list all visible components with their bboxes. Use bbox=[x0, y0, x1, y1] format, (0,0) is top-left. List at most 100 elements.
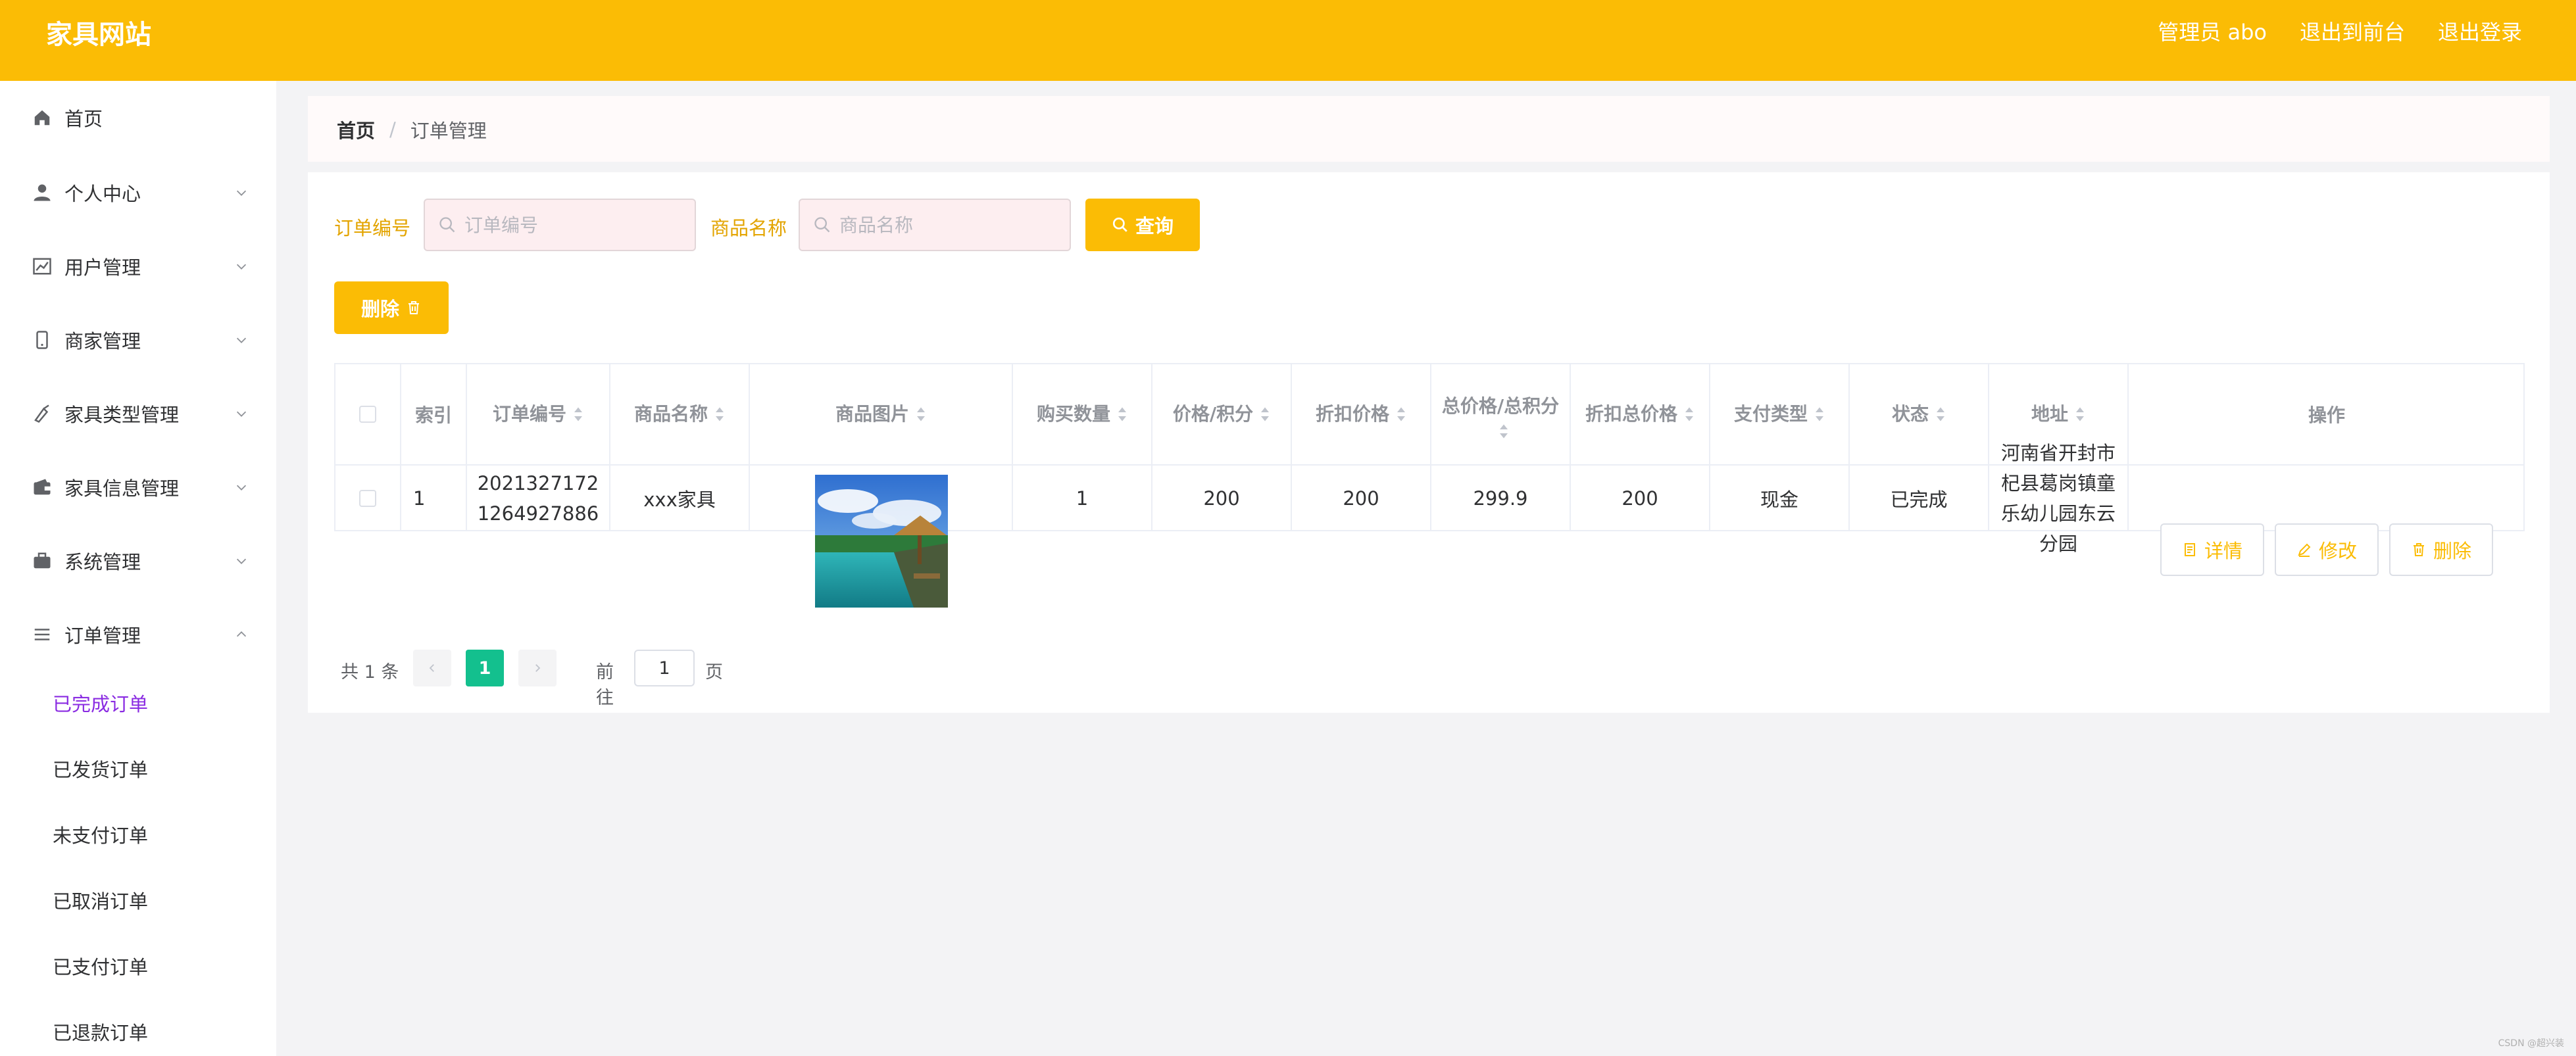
sort-icon[interactable] bbox=[573, 406, 583, 422]
sort-icon[interactable] bbox=[714, 406, 725, 422]
table-cell-discount-price: 200 bbox=[1292, 466, 1431, 531]
sidebar-item-order-management[interactable]: 订单管理 bbox=[0, 608, 276, 661]
sort-icon[interactable] bbox=[1260, 406, 1270, 422]
list-icon bbox=[32, 624, 53, 645]
row-checkbox[interactable] bbox=[359, 490, 376, 507]
sort-icon[interactable] bbox=[916, 406, 926, 422]
batch-delete-button[interactable]: 删除 bbox=[334, 281, 449, 334]
sidebar-subitem-cancelled-orders[interactable]: 已取消订单 bbox=[0, 874, 276, 926]
sidebar-subitem-refunded-orders[interactable]: 已退款订单 bbox=[0, 1005, 276, 1056]
sort-icon[interactable] bbox=[1684, 406, 1695, 422]
column-header-product-image[interactable]: 商品图片 bbox=[750, 364, 1013, 466]
sidebar-subitem-shipped-orders[interactable]: 已发货订单 bbox=[0, 742, 276, 795]
sort-icon[interactable] bbox=[1935, 406, 1946, 422]
sort-icon[interactable] bbox=[1117, 406, 1127, 422]
sidebar-subitem-paid-orders[interactable]: 已支付订单 bbox=[0, 940, 276, 992]
column-header-product-name[interactable]: 商品名称 bbox=[610, 364, 750, 466]
logout-link[interactable]: 退出登录 bbox=[2438, 16, 2522, 46]
batch-delete-label: 删除 bbox=[360, 298, 399, 320]
page-number-current[interactable]: 1 bbox=[466, 650, 504, 686]
header-actions: 管理员 abo 退出到前台 退出登录 bbox=[2158, 16, 2522, 46]
sidebar-item-label: 家具类型管理 bbox=[64, 404, 180, 426]
sidebar: 首页 个人中心 用户管理 商家管理 家具类型管理 家具信息管理 系统管理 订单管… bbox=[0, 81, 276, 1056]
sidebar-item-label: 商家管理 bbox=[64, 330, 141, 352]
row-select-cell bbox=[335, 466, 401, 531]
column-header-label: 总价格/总积分 bbox=[1441, 395, 1560, 417]
column-header-discount-total[interactable]: 折扣总价格 bbox=[1571, 364, 1710, 466]
column-header-pay-type[interactable]: 支付类型 bbox=[1710, 364, 1850, 466]
sort-icon[interactable] bbox=[1396, 406, 1406, 422]
edit-button[interactable]: 修改 bbox=[2275, 523, 2379, 576]
chevron-down-icon bbox=[236, 264, 247, 270]
goto-label: 前往 bbox=[596, 662, 614, 708]
sidebar-item-system-management[interactable]: 系统管理 bbox=[0, 535, 276, 587]
prev-page-button[interactable] bbox=[413, 650, 451, 686]
sidebar-item-furniture-info[interactable]: 家具信息管理 bbox=[0, 461, 276, 514]
product-name-input[interactable] bbox=[839, 200, 1063, 250]
row-delete-button[interactable]: 删除 bbox=[2389, 523, 2493, 576]
table-cell-index: 1 bbox=[401, 466, 467, 531]
back-to-front-link[interactable]: 退出到前台 bbox=[2300, 16, 2405, 46]
chevron-left-icon bbox=[429, 664, 434, 672]
breadcrumb: 首页 / 订单管理 bbox=[337, 116, 487, 143]
column-header-actions: 操作 bbox=[2129, 364, 2525, 466]
table-cell-product-name: xxx家具 bbox=[610, 466, 750, 531]
column-header-label: 商品名称 bbox=[633, 403, 708, 425]
sidebar-item-furniture-type[interactable]: 家具类型管理 bbox=[0, 387, 276, 440]
sidebar-subitem-label: 已完成订单 bbox=[53, 693, 149, 715]
column-header-label: 状态 bbox=[1891, 403, 1929, 425]
goto-page-input[interactable] bbox=[634, 650, 695, 686]
column-header-status[interactable]: 状态 bbox=[1850, 364, 1989, 466]
column-header-total-price[interactable]: 总价格/总积分 bbox=[1431, 364, 1571, 466]
chevron-down-icon bbox=[236, 558, 247, 564]
brush-icon bbox=[32, 403, 53, 424]
briefcase-icon bbox=[32, 550, 53, 571]
query-button[interactable]: 查询 bbox=[1085, 199, 1200, 251]
sort-icon[interactable] bbox=[1814, 406, 1825, 422]
sort-icon[interactable] bbox=[2075, 406, 2085, 422]
table-cell-total-price: 299.9 bbox=[1431, 466, 1571, 531]
sidebar-item-label: 首页 bbox=[64, 108, 103, 130]
breadcrumb-current: 订单管理 bbox=[410, 120, 487, 142]
column-header-label: 索引 bbox=[414, 404, 452, 426]
chevron-down-icon bbox=[236, 411, 247, 417]
sidebar-item-merchant-management[interactable]: 商家管理 bbox=[0, 314, 276, 366]
total-count: 共 1 条 bbox=[341, 662, 399, 683]
breadcrumb-bar: 首页 / 订单管理 bbox=[308, 96, 2550, 162]
column-header-order-no[interactable]: 订单编号 bbox=[467, 364, 610, 466]
sidebar-item-label: 订单管理 bbox=[64, 625, 141, 647]
page-unit-label: 页 bbox=[705, 662, 723, 683]
admin-user[interactable]: 管理员 abo bbox=[2158, 16, 2267, 46]
breadcrumb-home[interactable]: 首页 bbox=[337, 116, 375, 143]
sidebar-item-personal-center[interactable]: 个人中心 bbox=[0, 166, 276, 219]
chart-icon bbox=[32, 256, 53, 277]
column-header-price-points[interactable]: 价格/积分 bbox=[1152, 364, 1292, 466]
select-all-checkbox[interactable] bbox=[359, 406, 376, 423]
table-cell-discount-total: 200 bbox=[1571, 466, 1710, 531]
sidebar-subitem-label: 未支付订单 bbox=[53, 825, 149, 847]
table-cell-pay-type: 现金 bbox=[1710, 466, 1850, 531]
sidebar-item-user-management[interactable]: 用户管理 bbox=[0, 240, 276, 293]
order-no-input[interactable] bbox=[464, 200, 688, 250]
sidebar-item-home[interactable]: 首页 bbox=[0, 91, 276, 144]
chevron-right-icon bbox=[535, 664, 541, 672]
chevron-down-icon bbox=[236, 190, 247, 196]
sidebar-subitem-label: 已发货订单 bbox=[53, 759, 149, 781]
sidebar-subitem-unpaid-orders[interactable]: 未支付订单 bbox=[0, 808, 276, 861]
edit-button-label: 修改 bbox=[2318, 540, 2357, 562]
column-header-quantity[interactable]: 购买数量 bbox=[1013, 364, 1152, 466]
column-header-label: 折扣总价格 bbox=[1585, 403, 1677, 425]
column-header-discount-price[interactable]: 折扣价格 bbox=[1292, 364, 1431, 466]
next-page-button[interactable] bbox=[518, 650, 557, 686]
order-table: 索引 订单编号 商品名称 商品图片 购买数量 价格/积分 折扣价格 总价格/总积… bbox=[334, 363, 2525, 608]
product-thumbnail[interactable] bbox=[815, 475, 948, 608]
detail-button[interactable]: 详情 bbox=[2160, 523, 2264, 576]
sidebar-subitem-label: 已退款订单 bbox=[53, 1022, 149, 1044]
search-icon bbox=[814, 217, 830, 233]
user-icon bbox=[32, 182, 53, 203]
sort-icon[interactable] bbox=[1499, 423, 1509, 439]
sidebar-item-label: 系统管理 bbox=[64, 551, 141, 573]
sidebar-subitem-completed-orders[interactable]: 已完成订单 bbox=[0, 677, 276, 729]
phone-icon bbox=[32, 329, 53, 350]
sidebar-subitem-label: 已支付订单 bbox=[53, 956, 149, 978]
